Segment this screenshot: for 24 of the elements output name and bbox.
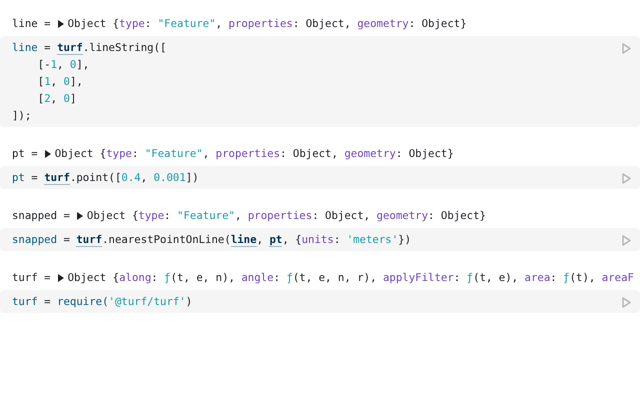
caret-icon[interactable]: [58, 274, 64, 282]
code-line: turf = require('@turf/turf'): [12, 294, 192, 310]
code-block[interactable]: snapped = turf.nearestPointOnLine(line, pt, {units: 'meters'}): [0, 228, 640, 251]
object-summary: Object {type: "Feature", properties: Object, geometry: Object}: [86, 208, 486, 224]
object-summary: Object {type: "Feature", properties: Object, geometry: Object}: [54, 146, 454, 162]
code-block[interactable]: line = turf.lineString([ [-1, 0], [1, 0], [2, 0] ]);: [0, 36, 640, 127]
code-line: pt = turf.point([0.4, 0.001]): [12, 170, 199, 186]
variable-name: pt =: [12, 146, 38, 162]
caret-icon[interactable]: [58, 20, 64, 28]
variable-name: snapped =: [12, 208, 70, 224]
object-summary: Object {type: "Feature", properties: Object, geometry: Object}: [68, 16, 467, 32]
object-summary: Object {along: ƒ(t, e, n), angle: ƒ(t, e, n, r), applyFilter: ƒ(t, e), area: ƒ(t), areaF: [68, 270, 634, 286]
code-line: ]);: [12, 108, 32, 124]
variable-name: turf =: [12, 270, 51, 286]
code-line: [1, 0],: [36, 74, 84, 90]
code-line: snapped = turf.nearestPointOnLine(line, pt, {units: 'meters'}): [12, 232, 412, 248]
caret-icon[interactable]: [44, 150, 51, 158]
code-line: [-1, 0],: [36, 57, 90, 73]
variable-name: line =: [12, 16, 51, 32]
code-block[interactable]: pt = turf.point([0.4, 0.001]): [0, 166, 640, 189]
code-line: [2, 0]: [36, 91, 78, 107]
code-line: line = turf.lineString([: [12, 40, 166, 56]
code-block[interactable]: turf = require('@turf/turf'): [0, 290, 640, 313]
caret-icon[interactable]: [76, 212, 83, 220]
